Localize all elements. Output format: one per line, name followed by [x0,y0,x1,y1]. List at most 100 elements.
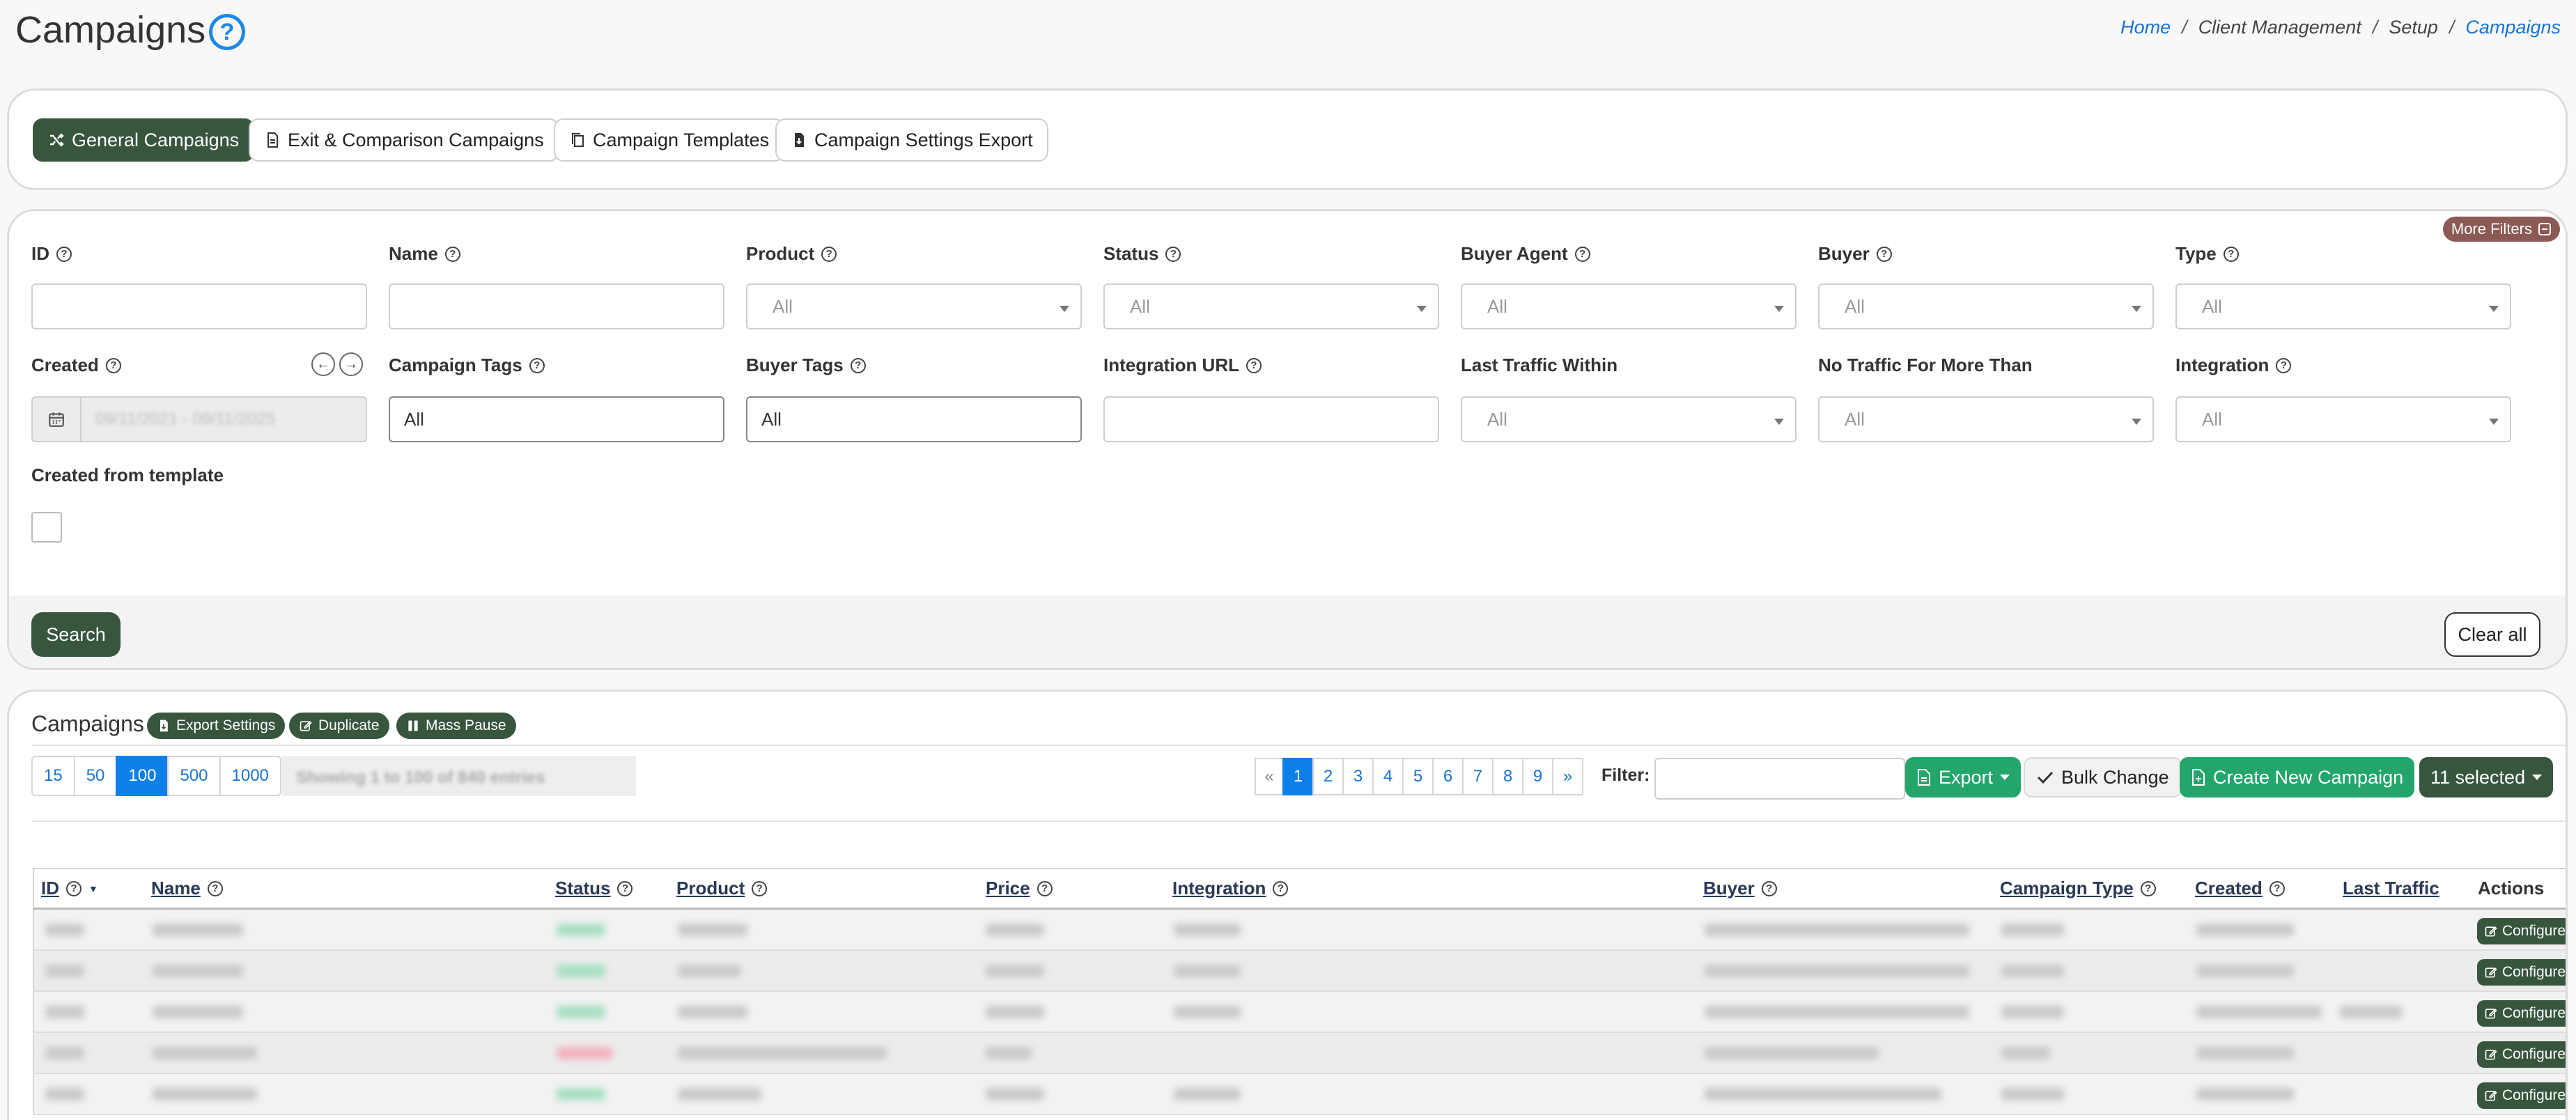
buyer-agent-select[interactable]: All [1461,283,1797,329]
mass-pause-button[interactable]: Mass Pause [396,713,516,739]
last-traffic-within-select[interactable]: All [1461,396,1797,442]
cell-blurred [2196,1006,2322,1018]
column-header-last-traffic[interactable]: Last Traffic [2343,878,2439,899]
help-icon: ? [1876,246,1892,262]
table-row[interactable]: Configure [33,992,2566,1033]
page-number[interactable]: 9 [1522,758,1553,795]
page-number-active[interactable]: 1 [1282,758,1314,795]
page-last[interactable]: » [1552,758,1583,795]
select-value: All [2202,408,2222,430]
column-header-campaign-type[interactable]: Campaign Type? [2000,878,2156,899]
select-value: All [1845,295,1865,317]
campaigns-title: Campaigns [31,711,144,736]
help-icon: ? [821,246,837,262]
more-filters-button[interactable]: More Filters [2442,217,2560,242]
tab-campaign-templates[interactable]: Campaign Templates [554,118,785,162]
date-next-button[interactable]: → [339,352,363,376]
edit-icon [2485,1090,2497,1101]
column-header-created[interactable]: Created? [2195,878,2285,899]
cell-blurred [2196,924,2294,936]
integration-select[interactable]: All [2175,396,2511,442]
edit-icon [300,720,312,731]
page-number[interactable]: 7 [1462,758,1493,795]
type-select[interactable]: All [2175,283,2511,329]
export-button[interactable]: Export [1905,757,2022,798]
integration-url-input[interactable] [1103,396,1439,442]
page-size-option[interactable]: 500 [167,756,221,796]
help-icon: ? [752,880,768,896]
tabs-card: General Campaigns Exit & Comparison Camp… [7,88,2568,190]
collapse-icon [2538,223,2551,235]
configure-button[interactable]: Configure [2476,1000,2566,1027]
buyer-tags-input[interactable]: All [746,396,1082,442]
tab-general-campaigns[interactable]: General Campaigns [33,118,255,162]
page-number[interactable]: 3 [1342,758,1374,795]
search-button[interactable]: Search [31,612,121,657]
page-size-option[interactable]: 50 [73,756,118,796]
column-header-price[interactable]: Price? [986,878,1053,899]
page-number[interactable]: 4 [1372,758,1404,795]
column-header-name[interactable]: Name? [151,878,223,899]
table-row[interactable]: Configure [33,1033,2566,1074]
date-prev-button[interactable]: ← [311,352,335,376]
bulk-change-button[interactable]: Bulk Change [2024,757,2182,798]
column-header-status[interactable]: Status? [555,878,633,899]
cell-blurred [1705,1088,1941,1100]
configure-button[interactable]: Configure [2476,1041,2566,1068]
clear-all-button[interactable]: Clear all [2444,612,2540,657]
created-date-range-input[interactable]: 09/11/2021 - 09/11/2025 [31,396,367,442]
label-text: Integration URL [1103,355,1239,375]
column-header-buyer[interactable]: Buyer? [1703,878,1777,899]
configure-button[interactable]: Configure [2476,959,2566,986]
filter-label-buyer-tags: Buyer Tags? [746,355,866,376]
breadcrumb-current[interactable]: Campaigns [2465,17,2561,38]
configure-button[interactable]: Configure [2476,1082,2566,1109]
export-settings-button[interactable]: Export Settings [147,713,286,739]
duplicate-button[interactable]: Duplicate [289,713,389,739]
page-size-option[interactable]: 15 [31,756,75,796]
tab-label: Campaign Templates [593,129,770,150]
table-filter-input[interactable] [1654,758,1905,800]
column-header-product[interactable]: Product? [676,878,768,899]
table-row[interactable]: Configure [33,1074,2566,1115]
tab-exit-comparison[interactable]: Exit & Comparison Campaigns [249,118,559,162]
campaign-tags-input[interactable]: All [389,396,724,442]
cell-blurred [45,965,84,977]
no-traffic-select[interactable]: All [1818,396,2154,442]
tab-campaign-settings-export[interactable]: Campaign Settings Export [775,118,1048,162]
chevron-down-icon [2489,419,2499,425]
name-input[interactable] [389,283,724,329]
edit-icon [2485,1008,2497,1019]
buyer-select[interactable]: All [1818,283,2154,329]
page-number[interactable]: 6 [1432,758,1464,795]
chevron-down-icon [2532,775,2543,780]
product-select[interactable]: All [746,283,1082,329]
page-size-option[interactable]: 1000 [219,756,281,796]
column-header-actions: Actions [2478,878,2545,899]
divider [31,820,2566,822]
page-number[interactable]: 5 [1402,758,1434,795]
help-icon: ? [1246,357,1262,373]
page-number[interactable]: 2 [1312,758,1344,795]
created-from-template-checkbox[interactable] [31,512,62,543]
cell-blurred [1705,1006,1969,1018]
page-number[interactable]: 8 [1492,758,1523,795]
page-size-option-active[interactable]: 100 [116,756,169,796]
breadcrumb-home[interactable]: Home [2120,17,2171,38]
table-row[interactable]: Configure [33,910,2566,951]
column-header-id[interactable]: ID? ▼ [41,878,98,899]
help-icon[interactable]: ? [209,14,245,50]
select-value: All [1487,408,1507,430]
selected-dropdown[interactable]: 11 selected [2419,757,2554,798]
status-select[interactable]: All [1103,283,1439,329]
page-first[interactable]: « [1255,758,1284,795]
id-input[interactable] [31,283,367,329]
column-header-integration[interactable]: Integration? [1172,878,1289,899]
create-new-campaign-button[interactable]: Create New Campaign [2180,757,2415,798]
configure-button[interactable]: Configure [2476,918,2566,944]
label-text: Name [389,243,438,264]
table-row[interactable]: Configure [33,951,2566,992]
label-text: Last Traffic Within [1461,355,1618,375]
pause-icon [408,720,418,731]
filter-label-created: Created? [31,355,121,376]
